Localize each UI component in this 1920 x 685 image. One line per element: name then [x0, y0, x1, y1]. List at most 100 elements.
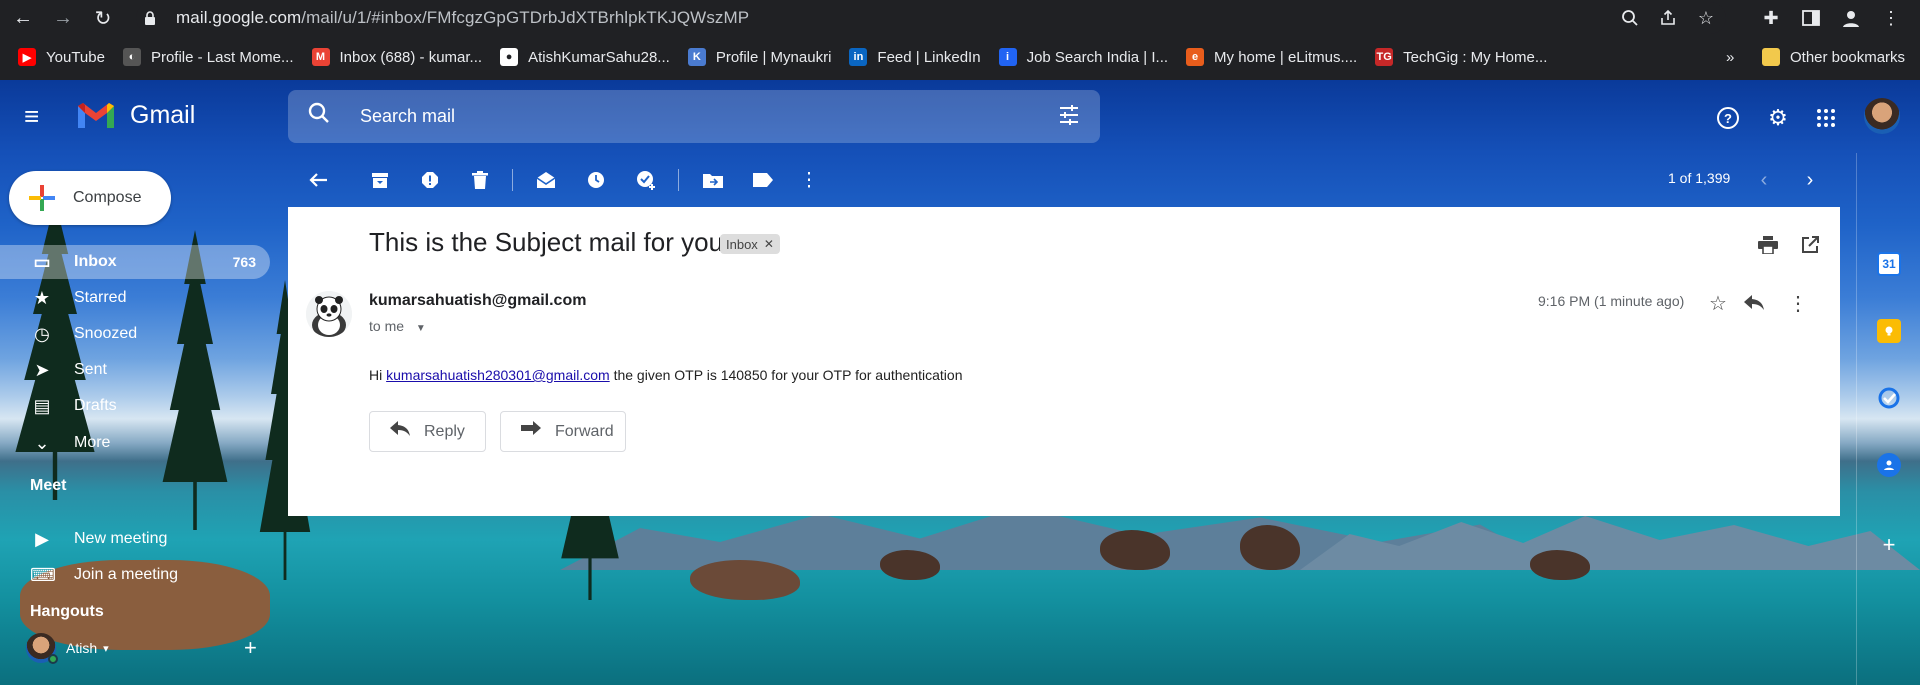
- nav-item-label: Snoozed: [74, 325, 138, 342]
- compose-button[interactable]: Compose: [9, 171, 171, 225]
- bookmark-item[interactable]: e My home | eLitmus....: [1180, 43, 1363, 71]
- url-text[interactable]: mail.google.com/mail/u/1/#inbox/FMfcgzGp…: [176, 8, 749, 28]
- bookmark-favicon-icon: ▶: [18, 48, 36, 66]
- bookmark-label: Job Search India | I...: [1026, 48, 1169, 66]
- search-icon[interactable]: [308, 102, 338, 131]
- bookmark-item[interactable]: in Feed | LinkedIn: [843, 43, 986, 71]
- body-email-link[interactable]: kumarsahuatish280301@gmail.com: [386, 367, 610, 383]
- online-status-icon: [48, 654, 58, 664]
- apps-grid-icon[interactable]: [1810, 102, 1842, 134]
- toolbar-divider: [512, 169, 513, 191]
- star-outline-icon[interactable]: ☆: [1704, 289, 1732, 317]
- bookmark-favicon-icon: e: [1186, 48, 1205, 66]
- calendar-icon[interactable]: 31: [1877, 252, 1901, 276]
- tasks-icon[interactable]: [1877, 386, 1901, 410]
- keyboard-icon: ⌨: [30, 564, 56, 585]
- mark-unread-icon[interactable]: [532, 166, 560, 194]
- extensions-icon[interactable]: ✚: [1756, 3, 1786, 33]
- bookmark-item[interactable]: ● AtishKumarSahu28...: [494, 43, 676, 71]
- side-panel-icon[interactable]: [1796, 3, 1826, 33]
- newer-chevron-icon[interactable]: ‹: [1750, 166, 1778, 194]
- other-bookmarks[interactable]: Other bookmarks: [1756, 43, 1911, 71]
- address-bar[interactable]: mail.google.com/mail/u/1/#inbox/FMfcgzGp…: [136, 2, 1726, 34]
- search-options-icon[interactable]: [1058, 104, 1080, 132]
- body-text: the given OTP is 140850 for your OTP for…: [609, 367, 963, 383]
- other-bookmarks-label: Other bookmarks: [1790, 48, 1906, 66]
- account-avatar[interactable]: [1864, 98, 1900, 134]
- meet-item-new-meeting[interactable]: ▶ New meeting: [0, 522, 270, 556]
- add-contact-icon[interactable]: +: [244, 635, 257, 661]
- sender-avatar[interactable]: [306, 291, 352, 337]
- chrome-menu-icon[interactable]: ⋮: [1876, 3, 1906, 33]
- search-bar[interactable]: Search mail: [288, 90, 1100, 143]
- message-more-icon[interactable]: ⋮: [1784, 289, 1812, 317]
- zoom-icon[interactable]: [1616, 5, 1644, 31]
- remove-label-icon[interactable]: ✕: [764, 237, 774, 251]
- bookmark-favicon-icon: in: [849, 48, 868, 66]
- reply-button[interactable]: Reply: [369, 411, 486, 452]
- bookmark-label: Profile | Mynaukri: [715, 48, 832, 66]
- star-icon: ★: [33, 287, 51, 308]
- archive-icon[interactable]: [366, 166, 394, 194]
- more-options-icon[interactable]: ⋮: [795, 166, 823, 194]
- chevron-down-icon: ⌄: [34, 432, 50, 453]
- bookmark-label: Inbox (688) - kumar...: [339, 48, 483, 66]
- nav-item-inbox[interactable]: ▭ Inbox 763: [0, 245, 270, 279]
- report-spam-icon[interactable]: [416, 166, 444, 194]
- nav-item-sent[interactable]: ➤ Sent: [0, 353, 270, 387]
- label-icon[interactable]: [749, 166, 777, 194]
- unread-count: 763: [232, 254, 256, 270]
- bookmark-item[interactable]: M Inbox (688) - kumar...: [306, 43, 489, 71]
- background-rock: [1530, 550, 1590, 580]
- keep-icon[interactable]: [1877, 319, 1901, 343]
- bookmark-item[interactable]: TG TechGig : My Home...: [1369, 43, 1553, 71]
- help-icon[interactable]: ?: [1712, 102, 1744, 134]
- search-input[interactable]: Search mail: [360, 106, 455, 127]
- delete-icon[interactable]: [466, 166, 494, 194]
- back-icon[interactable]: ←: [6, 3, 40, 33]
- main-menu-icon[interactable]: ≡: [24, 103, 56, 130]
- snooze-clock-icon[interactable]: [582, 166, 610, 194]
- caret-down-icon[interactable]: ▼: [416, 323, 426, 334]
- forward-icon[interactable]: →: [46, 3, 80, 33]
- reply-icon: [390, 421, 410, 442]
- video-icon: ▶: [35, 528, 49, 549]
- contacts-icon[interactable]: [1877, 453, 1901, 477]
- older-chevron-icon[interactable]: ›: [1796, 166, 1824, 194]
- background-rock: [880, 550, 940, 580]
- bookmark-label: YouTube: [46, 48, 105, 66]
- get-addons-plus-icon[interactable]: +: [1877, 532, 1901, 557]
- gmail-logo[interactable]: Gmail: [76, 100, 195, 130]
- back-to-inbox-icon[interactable]: [304, 166, 332, 194]
- bookmark-star-icon[interactable]: ☆: [1692, 5, 1720, 31]
- nav-item-drafts[interactable]: ▤ Drafts: [0, 389, 270, 423]
- move-to-icon[interactable]: [699, 166, 727, 194]
- bookmarks-overflow-icon[interactable]: »: [1720, 43, 1740, 71]
- add-to-tasks-icon[interactable]: [632, 166, 660, 194]
- bookmark-item[interactable]: ▶ YouTube: [12, 43, 111, 71]
- bookmark-item[interactable]: K Profile | Mynaukri: [682, 43, 838, 71]
- nav-item-more[interactable]: ⌄ More: [0, 426, 270, 460]
- meet-heading: Meet: [30, 477, 67, 494]
- recipient-details[interactable]: to me ▼: [369, 318, 426, 334]
- forward-button[interactable]: Forward: [500, 411, 626, 452]
- settings-gear-icon[interactable]: ⚙: [1762, 102, 1794, 134]
- hangouts-user[interactable]: Atish ▾: [26, 633, 109, 664]
- send-icon: ➤: [34, 359, 50, 380]
- bookmark-label: TechGig : My Home...: [1403, 48, 1548, 66]
- open-new-window-icon[interactable]: [1796, 231, 1824, 259]
- meet-item-join-a-meeting[interactable]: ⌨ Join a meeting: [0, 558, 270, 592]
- share-icon[interactable]: [1654, 5, 1682, 31]
- profile-icon[interactable]: [1836, 3, 1866, 33]
- reload-icon[interactable]: ↻: [86, 3, 120, 33]
- nav-item-snoozed[interactable]: ◷ Snoozed: [0, 317, 270, 351]
- compose-plus-icon: [29, 185, 55, 211]
- nav-item-starred[interactable]: ★ Starred: [0, 281, 270, 315]
- reply-icon[interactable]: [1740, 289, 1768, 317]
- hangouts-heading: Hangouts: [30, 603, 104, 620]
- print-icon[interactable]: [1754, 231, 1782, 259]
- bookmark-favicon-icon: ◐: [122, 48, 141, 66]
- bookmark-item[interactable]: i Job Search India | I...: [993, 43, 1174, 71]
- bookmark-item[interactable]: ◐ Profile - Last Mome...: [117, 43, 300, 71]
- sender-email[interactable]: kumarsahuatish@gmail.com: [369, 292, 586, 310]
